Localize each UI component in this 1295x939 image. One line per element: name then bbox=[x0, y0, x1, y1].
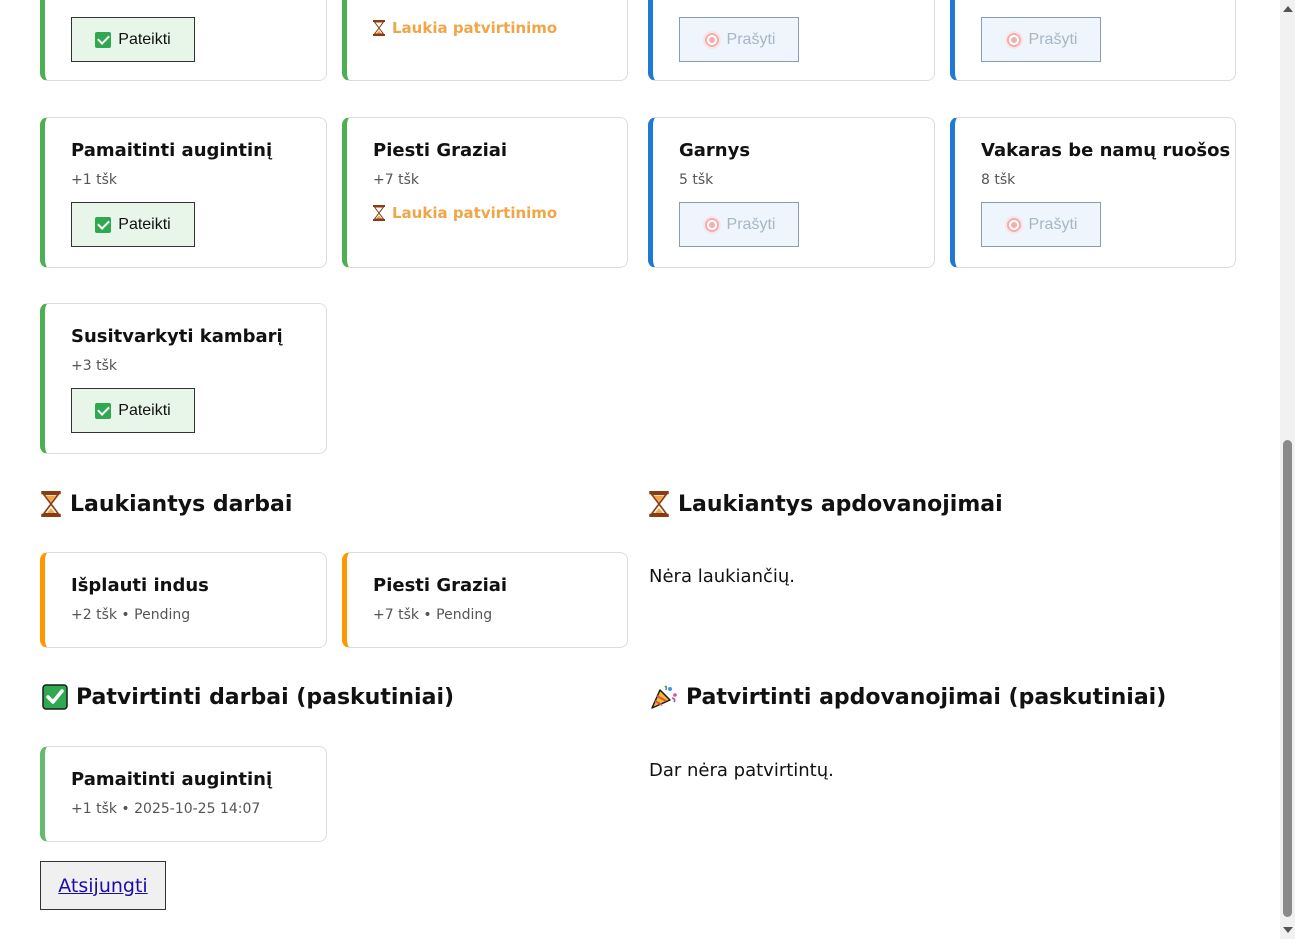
request-label: Prašyti bbox=[1028, 215, 1078, 233]
request-label: Prašyti bbox=[726, 215, 776, 233]
pending-work-item-meta: +2 tšk • Pending bbox=[71, 607, 191, 623]
check-icon bbox=[95, 402, 112, 419]
pending-status: Laukia patvirtinimo bbox=[373, 204, 557, 222]
reward-card: Prašyti bbox=[648, 0, 935, 81]
reward-title: Vakaras be namų ruošos bbox=[981, 140, 1231, 161]
reward-card: Prašyti bbox=[950, 0, 1236, 81]
reward-points: 8 tšk bbox=[981, 172, 1016, 188]
approved-work-title: Patvirtinti darbai (paskutiniai) bbox=[76, 684, 455, 710]
submit-button[interactable]: Pateikti bbox=[71, 202, 195, 247]
pending-work-card: Išplauti indus +2 tšk • Pending bbox=[40, 552, 327, 648]
check-icon bbox=[95, 31, 112, 48]
approved-rewards-empty: Dar nėra patvirtintų. bbox=[649, 760, 834, 781]
vertical-scrollbar[interactable] bbox=[1280, 0, 1295, 939]
pending-work-card: Piesti Graziai +7 tšk • Pending bbox=[342, 552, 628, 648]
reward-points: 5 tšk bbox=[679, 172, 714, 188]
pending-work-item-meta: +7 tšk • Pending bbox=[373, 607, 493, 623]
request-button[interactable]: Prašyti bbox=[981, 17, 1101, 62]
pending-rewards-title: Laukiantys apdovanojimai bbox=[678, 491, 1003, 517]
approved-work-card: Pamaitinti augintinį +1 tšk • 2025-10-25… bbox=[40, 746, 327, 842]
target-icon bbox=[1004, 30, 1023, 49]
submit-button[interactable]: Pateikti bbox=[71, 388, 195, 433]
submit-button[interactable]: Pateikti bbox=[71, 17, 195, 62]
reward-card: Vakaras be namų ruošos 8 tšk Prašyti bbox=[950, 117, 1236, 268]
hourglass-icon bbox=[648, 491, 670, 517]
approved-work-heading: Patvirtinti darbai (paskutiniai) bbox=[42, 684, 454, 710]
approved-work-item-title: Pamaitinti augintinį bbox=[71, 769, 273, 790]
chore-card: Susitvarkyti kambarį +3 tšk Pateikti bbox=[40, 303, 327, 454]
chore-card: Piesti Graziai +7 tšk Laukia patvirtinim… bbox=[342, 117, 628, 268]
check-icon bbox=[95, 216, 112, 233]
logout-link[interactable]: Atsijungti bbox=[58, 875, 147, 897]
approved-rewards-title: Patvirtinti apdovanojimai (paskutiniai) bbox=[686, 684, 1167, 710]
pending-status: Laukia patvirtinimo bbox=[373, 19, 557, 37]
chore-points: +3 tšk bbox=[71, 358, 117, 374]
submit-label: Pateikti bbox=[118, 215, 171, 233]
pending-status-text: Laukia patvirtinimo bbox=[392, 204, 558, 222]
party-popper-icon bbox=[650, 684, 678, 710]
submit-label: Pateikti bbox=[118, 401, 171, 419]
scrollbar-thumb[interactable] bbox=[1283, 440, 1292, 917]
pending-rewards-empty: Nėra laukiančių. bbox=[649, 566, 796, 587]
hourglass-icon bbox=[373, 205, 385, 221]
pending-work-title: Laukiantys darbai bbox=[70, 491, 293, 517]
chore-points: +7 tšk bbox=[373, 172, 419, 188]
pending-work-item-title: Piesti Graziai bbox=[373, 575, 508, 596]
request-button[interactable]: Prašyti bbox=[679, 17, 799, 62]
pending-work-item-title: Išplauti indus bbox=[71, 575, 209, 596]
pending-status-text: Laukia patvirtinimo bbox=[392, 19, 558, 37]
request-label: Prašyti bbox=[726, 30, 776, 48]
scroll-up-arrow-icon[interactable] bbox=[1283, 6, 1293, 12]
check-mark-icon bbox=[42, 684, 68, 710]
hourglass-icon bbox=[40, 491, 62, 517]
approved-work-item-meta: +1 tšk • 2025-10-25 14:07 bbox=[71, 801, 261, 817]
reward-card: Garnys 5 tšk Prašyti bbox=[648, 117, 935, 268]
target-icon bbox=[702, 215, 721, 234]
scroll-down-arrow-icon[interactable] bbox=[1283, 927, 1293, 933]
request-button[interactable]: Prašyti bbox=[981, 202, 1101, 247]
chore-title: Piesti Graziai bbox=[373, 140, 508, 161]
chore-title: Pamaitinti augintinį bbox=[71, 140, 273, 161]
target-icon bbox=[1004, 215, 1023, 234]
hourglass-icon bbox=[373, 20, 385, 36]
chore-points: +1 tšk bbox=[71, 172, 117, 188]
pending-rewards-heading: Laukiantys apdovanojimai bbox=[648, 491, 1003, 517]
logout-button[interactable]: Atsijungti bbox=[40, 861, 166, 910]
target-icon bbox=[702, 30, 721, 49]
approved-rewards-heading: Patvirtinti apdovanojimai (paskutiniai) bbox=[650, 684, 1166, 710]
pending-work-heading: Laukiantys darbai bbox=[40, 491, 292, 517]
request-button[interactable]: Prašyti bbox=[679, 202, 799, 247]
request-label: Prašyti bbox=[1028, 30, 1078, 48]
chore-card: Pateikti bbox=[40, 0, 327, 81]
submit-label: Pateikti bbox=[118, 30, 171, 48]
reward-title: Garnys bbox=[679, 140, 751, 161]
chore-title: Susitvarkyti kambarį bbox=[71, 326, 283, 347]
chore-card: Pamaitinti augintinį +1 tšk Pateikti bbox=[40, 117, 327, 268]
chore-card: Laukia patvirtinimo bbox=[342, 0, 628, 81]
